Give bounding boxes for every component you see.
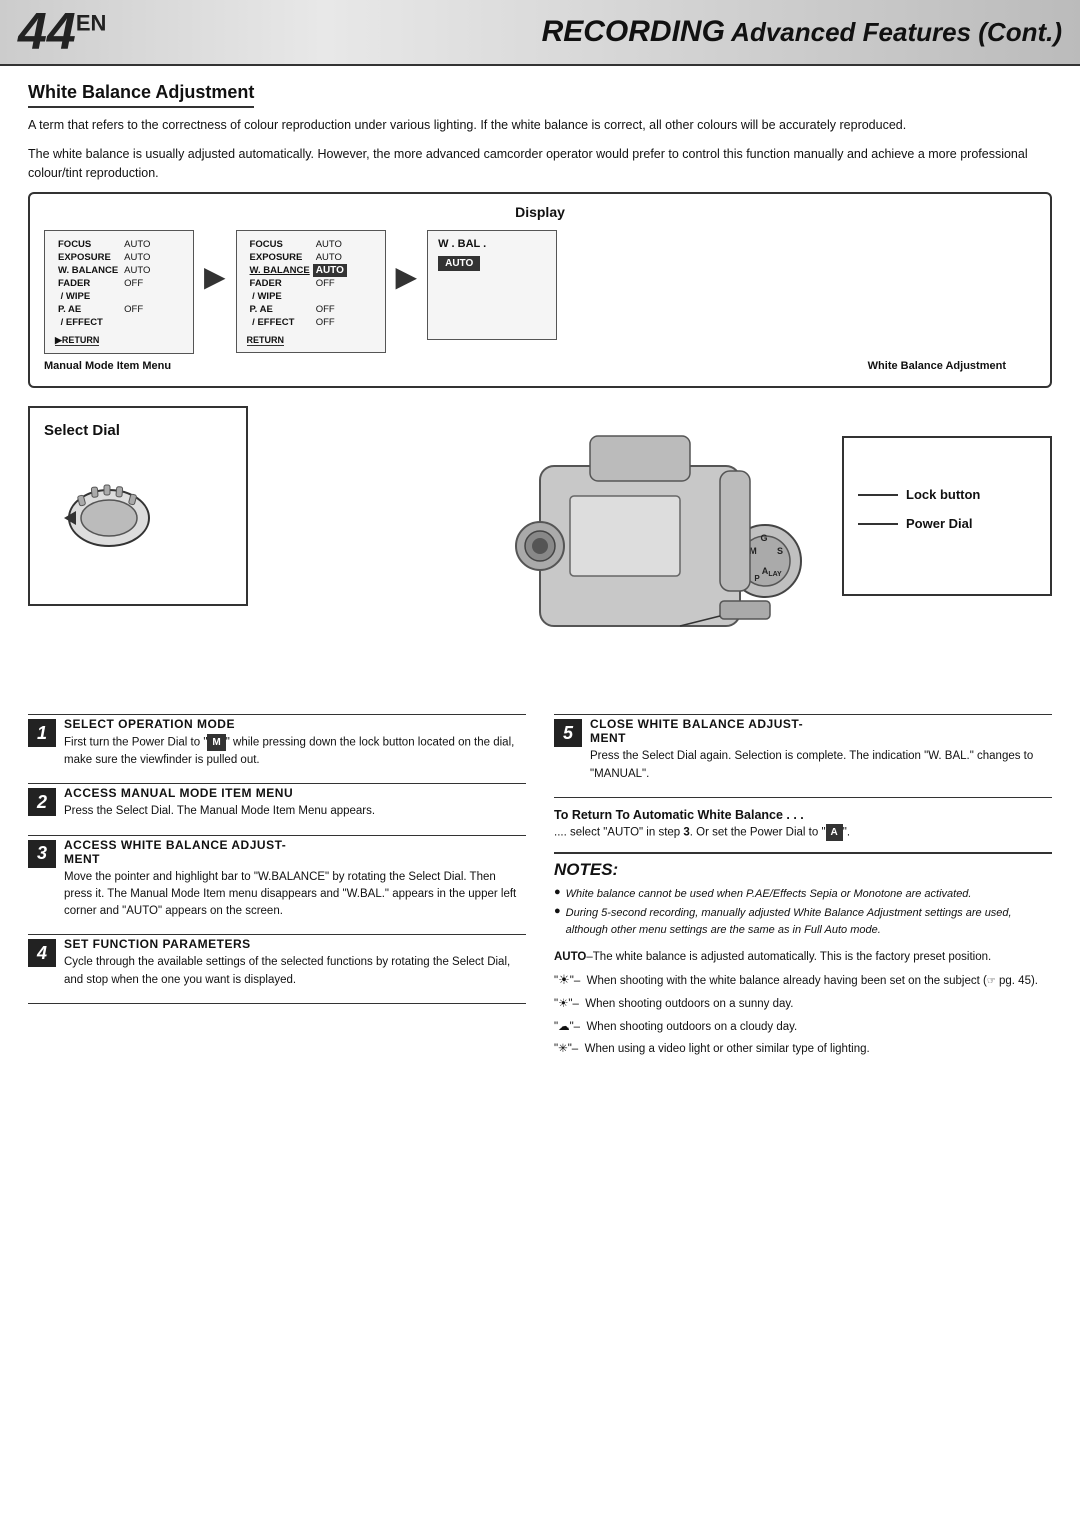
- select-dial-label: Select Dial: [44, 422, 120, 439]
- camcorder-illustration: G S M A P LAY Lock button: [248, 406, 1052, 696]
- display-screens-row: FOCUSAUTO EXPOSUREAUTO W. BALANCEAUTO FA…: [44, 230, 1036, 354]
- lock-power-box: Lock button Power Dial: [842, 436, 1052, 596]
- svg-text:S: S: [777, 546, 783, 556]
- intro-paragraph-1: A term that refers to the correctness of…: [28, 116, 1052, 135]
- to-return-text: .... select "AUTO" in step 3. Or set the…: [554, 824, 1052, 842]
- step-1-heading: SELECT OPERATION MODE: [64, 717, 526, 731]
- section-title: White Balance Adjustment: [28, 82, 254, 108]
- step-3-heading: ACCESS WHITE BALANCE ADJUST-MENT: [64, 838, 526, 866]
- steps-area: 1 SELECT OPERATION MODE First turn the P…: [28, 714, 1052, 1062]
- display-screen-3: W . BAL . AUTO: [427, 230, 557, 340]
- page-header: 44EN RECORDING Advanced Features (Cont.): [0, 0, 1080, 66]
- intro-paragraph-2: The white balance is usually adjusted au…: [28, 145, 1052, 183]
- display-diagram-box: Display FOCUSAUTO EXPOSUREAUTO W. BALANC…: [28, 192, 1052, 388]
- page-title: RECORDING Advanced Features (Cont.): [542, 15, 1062, 49]
- steps-left: 1 SELECT OPERATION MODE First turn the P…: [28, 714, 526, 1062]
- step-num-2: 2: [28, 788, 56, 816]
- step-5-text: Press the Select Dial again. Selection i…: [590, 748, 1052, 783]
- step-2-heading: ACCESS MANUAL MODE ITEM MENU: [64, 786, 375, 800]
- step-5-heading: CLOSE WHITE BALANCE ADJUST-MENT: [590, 717, 1052, 745]
- bottom-desc: AUTO–The white balance is adjusted autom…: [554, 948, 1052, 1058]
- screen1-caption: Manual Mode Item Menu: [44, 360, 171, 372]
- power-dial-item: Power Dial: [858, 516, 972, 531]
- step-num-4: 4: [28, 939, 56, 967]
- desc-item-3: "☁"– When shooting outdoors on a cloudy …: [554, 1018, 1052, 1036]
- desc-item-2: "☀"– When shooting outdoors on a sunny d…: [554, 995, 1052, 1013]
- step-3-text: Move the pointer and highlight bar to "W…: [64, 869, 526, 921]
- select-dial-box: Select Dial: [28, 406, 248, 606]
- desc-item-1: "☀"– When shooting with the white balanc…: [554, 970, 1052, 991]
- step-1-text: First turn the Power Dial to "M" while p…: [64, 734, 526, 769]
- diagram-area: Select Dial: [28, 406, 1052, 696]
- select-dial-icon: [54, 463, 164, 556]
- notes-heading: NOTES:: [554, 860, 1052, 880]
- to-return-heading: To Return To Automatic White Balance . .…: [554, 808, 1052, 822]
- step-4: 4 SET FUNCTION PARAMETERS Cycle through …: [28, 937, 526, 989]
- to-return-section: To Return To Automatic White Balance . .…: [554, 808, 1052, 842]
- step-4-text: Cycle through the available settings of …: [64, 954, 526, 989]
- step-2-text: Press the Select Dial. The Manual Mode I…: [64, 803, 375, 820]
- display-screen-1: FOCUSAUTO EXPOSUREAUTO W. BALANCEAUTO FA…: [44, 230, 194, 354]
- lock-button-item: Lock button: [858, 487, 980, 502]
- display-screen-2: FOCUSAUTO EXPOSUREAUTO W. BALANCEAUTO FA…: [236, 230, 386, 353]
- display-labels: Manual Mode Item Menu White Balance Adju…: [44, 360, 1036, 372]
- note-2: ● During 5-second recording, manually ad…: [554, 905, 1052, 938]
- svg-text:P: P: [754, 574, 760, 583]
- step-5: 5 CLOSE WHITE BALANCE ADJUST-MENT Press …: [554, 717, 1052, 783]
- note-1-text: White balance cannot be used when P.AE/E…: [566, 886, 972, 903]
- notes-block: NOTES: ● White balance cannot be used wh…: [554, 852, 1052, 939]
- step-num-1: 1: [28, 719, 56, 747]
- step-num-5: 5: [554, 719, 582, 747]
- svg-text:LAY: LAY: [768, 571, 782, 578]
- svg-text:G: G: [760, 533, 767, 543]
- step-3: 3 ACCESS WHITE BALANCE ADJUST-MENT Move …: [28, 838, 526, 921]
- step-1: 1 SELECT OPERATION MODE First turn the P…: [28, 717, 526, 769]
- main-content: White Balance Adjustment A term that ref…: [0, 66, 1080, 1092]
- note-1: ● White balance cannot be used when P.AE…: [554, 886, 1052, 903]
- arrow-1: ▶: [204, 260, 226, 293]
- step-num-3: 3: [28, 840, 56, 868]
- step-4-heading: SET FUNCTION PARAMETERS: [64, 937, 526, 951]
- screen3-caption: White Balance Adjustment: [868, 360, 1006, 372]
- desc-item-4: "✳"– When using a video light or other s…: [554, 1040, 1052, 1058]
- arrow-2: ▶: [396, 260, 418, 293]
- steps-right: 5 CLOSE WHITE BALANCE ADJUST-MENT Press …: [554, 714, 1052, 1062]
- display-diagram-title: Display: [44, 204, 1036, 220]
- page-number: 44EN: [18, 6, 106, 58]
- auto-line: AUTO–The white balance is adjusted autom…: [554, 948, 1052, 966]
- note-2-text: During 5-second recording, manually adju…: [566, 905, 1052, 938]
- step-2: 2 ACCESS MANUAL MODE ITEM MENU Press the…: [28, 786, 526, 820]
